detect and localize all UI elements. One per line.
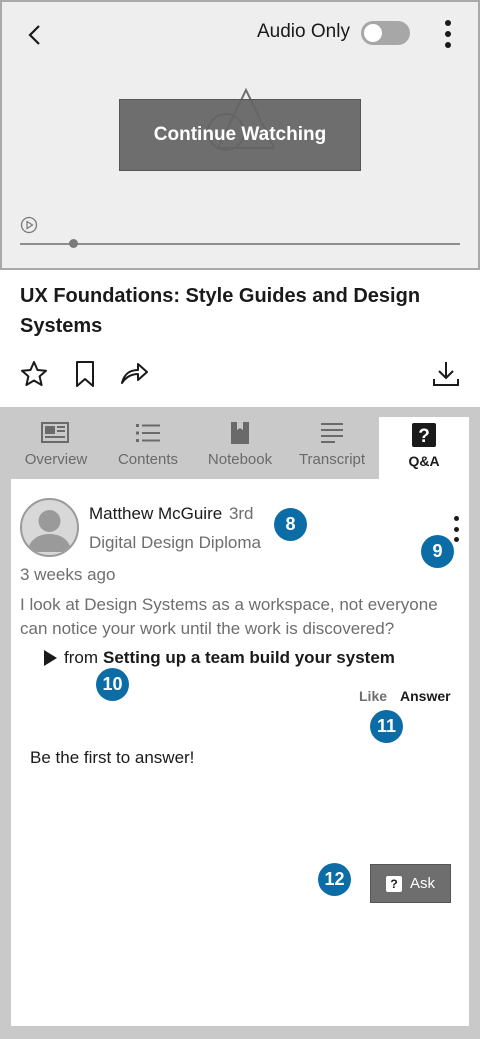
author-name[interactable]: Matthew McGuire 3rd [89,504,254,524]
tab-label: Transcript [298,451,366,468]
source-prefix: from [64,648,98,667]
progress-bar[interactable] [20,243,460,245]
post-options-button[interactable] [448,515,464,543]
tab-label: Q&A [408,453,440,469]
audio-only-label: Audio Only [257,21,350,42]
svg-text:?: ? [418,426,430,447]
play-icon[interactable] [20,216,38,234]
bookmark-icon[interactable] [70,359,100,389]
more-options-button[interactable] [438,18,458,50]
newspaper-icon [40,419,72,447]
post-timestamp: 3 weeks ago [20,565,116,584]
toggle-knob [364,24,382,42]
source-title: Setting up a team build your system [103,648,395,667]
connection-degree: 3rd [228,504,254,523]
like-button[interactable]: Like [359,688,387,704]
tab-notebook[interactable]: Notebook [202,417,278,479]
post-body: I look at Design Systems as a workspace,… [20,595,438,638]
tab-qa[interactable]: ? Q&A [379,417,469,479]
play-triangle-icon [44,650,57,666]
author-subtitle: Digital Design Diploma [89,533,261,552]
dot [453,526,459,532]
empty-answers-message: Be the first to answer! [30,748,195,767]
annotation-badge-8: 8 [274,508,307,541]
annotation-badge-10: 10 [96,668,129,701]
tab-contents[interactable]: Contents [113,417,183,479]
transcript-icon [316,419,348,447]
dot [445,31,451,37]
tab-label: Notebook [207,451,273,468]
course-title: UX Foundations: Style Guides and Design … [20,285,421,337]
person-icon [27,510,72,552]
dot [445,20,451,26]
question-icon: ? [408,421,440,449]
answer-button[interactable]: Answer [400,688,451,704]
tab-overview[interactable]: Overview [21,417,91,479]
audio-only-toggle[interactable] [361,21,410,45]
tab-label: Contents [117,451,179,468]
progress-handle[interactable] [69,239,78,248]
dot [453,537,459,542]
annotation-badge-11: 11 [370,710,403,743]
ask-button-label: Ask [409,875,435,892]
annotation-badge-9: 9 [421,535,454,568]
chevron-left-icon [28,25,40,45]
notebook-icon [224,419,256,447]
dot [445,42,451,48]
share-icon[interactable] [119,359,149,389]
dot [453,516,459,521]
back-button[interactable] [20,20,50,50]
list-icon [132,419,164,447]
question-icon: ? [385,875,402,892]
source-video-link[interactable]: from Setting up a team build your system [44,648,395,668]
tab-transcript[interactable]: Transcript [295,417,369,479]
star-icon[interactable] [19,359,49,389]
avatar[interactable] [20,498,79,557]
annotation-badge-12: 12 [318,863,351,896]
continue-watching-button[interactable]: Continue Watching [119,99,361,171]
ask-button[interactable]: ? Ask [370,864,451,903]
tab-label: Overview [24,451,88,468]
download-icon[interactable] [431,359,461,389]
author-name-text: Matthew McGuire [89,504,223,523]
